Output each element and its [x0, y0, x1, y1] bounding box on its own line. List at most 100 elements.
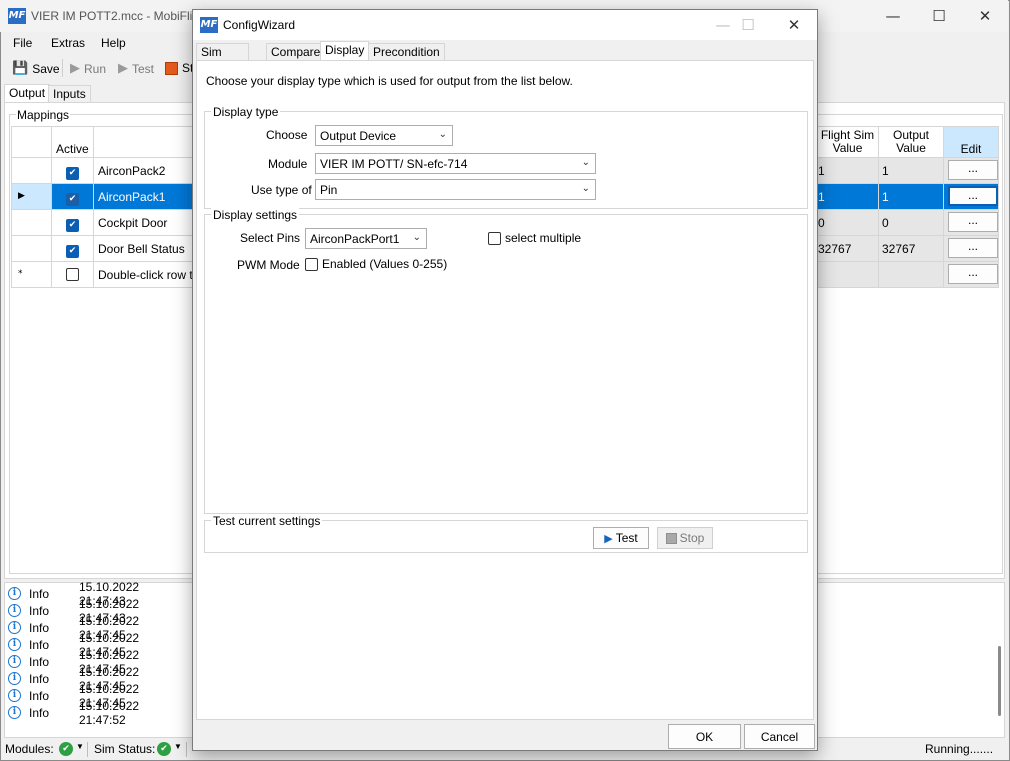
display-tab-page: Choose your display type which is used f…: [196, 60, 814, 720]
main-window-title: VIER IM POTT2.mcc - MobiFligh: [31, 9, 206, 23]
row-header[interactable]: [11, 210, 52, 236]
close-icon[interactable]: ✕: [962, 1, 1008, 31]
active-cell[interactable]: ✔: [52, 184, 94, 210]
row-header[interactable]: *: [11, 262, 52, 288]
select-pins-select[interactable]: AirconPackPort1 ⌄: [305, 228, 427, 249]
cancel-button[interactable]: Cancel: [744, 724, 815, 749]
log-level: Info: [29, 671, 50, 686]
log-row[interactable]: i Info 15.10.2022 21:47:43: [8, 597, 139, 625]
choose-select[interactable]: Output Device ⌄: [315, 125, 453, 146]
modules-ok-icon[interactable]: ✔: [59, 742, 73, 756]
pwm-enabled-checkbox[interactable]: Enabled (Values 0-255): [305, 257, 447, 271]
save-button[interactable]: 💾 Save: [12, 61, 60, 76]
dialog-close-icon[interactable]: ✕: [771, 10, 817, 40]
output-value-cell: 1: [879, 158, 944, 184]
output-value-cell: [879, 262, 944, 288]
status-separator: [87, 742, 88, 757]
edit-button[interactable]: ...: [948, 212, 998, 232]
log-row[interactable]: i Info 15.10.2022 21:47:45: [8, 665, 139, 693]
select-multiple-checkbox[interactable]: select multiple: [488, 231, 581, 245]
description-cell[interactable]: Door Bell Status: [94, 236, 194, 262]
log-level: Info: [29, 688, 50, 703]
active-cell[interactable]: ✔: [52, 158, 94, 184]
flight-sim-value-cell: [817, 262, 879, 288]
run-button[interactable]: ▶ Run: [70, 61, 106, 76]
tab-display[interactable]: Display: [320, 41, 370, 61]
tab-sim-variable[interactable]: Sim Variable: [196, 43, 250, 73]
log-row[interactable]: i Info 15.10.2022 21:47:52: [8, 699, 139, 727]
menu-file[interactable]: File: [13, 36, 32, 50]
output-value-cell: 32767: [879, 236, 944, 262]
chevron-down-icon[interactable]: ▼: [174, 742, 182, 751]
row-header[interactable]: ▶: [11, 184, 52, 210]
edit-cell: ...: [944, 210, 999, 236]
checkbox-box: [488, 231, 501, 245]
stop-toolbar-button[interactable]: St: [165, 61, 193, 75]
modules-label: Modules:: [5, 742, 54, 756]
stop-button-label: Stop: [679, 531, 705, 545]
active-cell[interactable]: ✔: [52, 210, 94, 236]
active-checkbox[interactable]: ✔: [66, 167, 79, 180]
edit-button[interactable]: ...: [948, 238, 998, 258]
log-row[interactable]: i Info 15.10.2022 21:47:45: [8, 631, 139, 659]
row-header[interactable]: [11, 158, 52, 184]
log-row[interactable]: i Info 15.10.2022 21:47:45: [8, 614, 139, 642]
log-level: Info: [29, 654, 50, 669]
maximize-icon[interactable]: ☐: [916, 1, 962, 31]
header-flight-sim-value[interactable]: Flight Sim Value: [817, 126, 879, 158]
test-button[interactable]: ▶ Test: [593, 527, 649, 549]
ok-button[interactable]: OK: [668, 724, 741, 749]
sim-status-ok-icon[interactable]: ✔: [157, 742, 171, 756]
active-checkbox[interactable]: ✔: [66, 245, 79, 258]
edit-button[interactable]: ...: [948, 160, 998, 180]
active-cell[interactable]: [52, 262, 94, 288]
edit-button[interactable]: ...: [948, 186, 998, 206]
menu-help[interactable]: Help: [101, 36, 126, 50]
row-header[interactable]: [11, 236, 52, 262]
header-edit[interactable]: Edit: [944, 126, 999, 158]
log-row[interactable]: i Info 15.10.2022 21:47:45: [8, 682, 139, 710]
tab-output[interactable]: Output: [4, 84, 51, 104]
log-row[interactable]: i Info 15.10.2022 21:47:43: [8, 580, 139, 608]
header-description[interactable]: [94, 126, 194, 158]
chevron-down-icon: ⌄: [412, 232, 421, 243]
tab-inputs[interactable]: Inputs: [48, 85, 91, 103]
flight-sim-value-cell: 1: [817, 184, 879, 210]
active-checkbox[interactable]: [66, 268, 79, 281]
module-value: VIER IM POTT/ SN-efc-714: [320, 157, 468, 171]
output-value-cell: 0: [879, 210, 944, 236]
tab-precondition[interactable]: Precondition: [368, 43, 445, 61]
info-icon: i: [8, 638, 21, 651]
header-output-value[interactable]: Output Value: [879, 126, 944, 158]
dialog-titlebar[interactable]: MF ConfigWizard — ☐ ✕: [193, 10, 817, 40]
minimize-icon[interactable]: —: [870, 1, 916, 31]
active-cell[interactable]: ✔: [52, 236, 94, 262]
description-cell[interactable]: Cockpit Door: [94, 210, 194, 236]
tab-compare[interactable]: Compare: [266, 43, 326, 61]
module-select[interactable]: VIER IM POTT/ SN-efc-714 ⌄: [315, 153, 596, 174]
active-checkbox[interactable]: ✔: [66, 219, 79, 232]
test-label: Test: [132, 61, 155, 76]
chevron-down-icon[interactable]: ▼: [76, 742, 84, 751]
edit-button[interactable]: ...: [948, 264, 998, 284]
description-cell[interactable]: AirconPack2: [94, 158, 194, 184]
info-icon: i: [8, 706, 21, 719]
header-active[interactable]: Active: [52, 126, 94, 158]
test-toolbar-button[interactable]: ▶ Test: [118, 61, 154, 76]
log-scrollbar-thumb[interactable]: [998, 646, 1001, 716]
active-checkbox[interactable]: ✔: [66, 193, 79, 206]
use-type-select[interactable]: Pin ⌄: [315, 179, 596, 200]
log-row[interactable]: i Info 15.10.2022 21:47:45: [8, 648, 139, 676]
output-value-cell: 1: [879, 184, 944, 210]
description-cell[interactable]: Double-click row to a: [94, 262, 194, 288]
log-level: Info: [29, 586, 50, 601]
menu-extras[interactable]: Extras: [51, 36, 85, 50]
description-cell[interactable]: AirconPack1: [94, 184, 194, 210]
stop-button[interactable]: Stop: [657, 527, 713, 549]
module-label: Module: [268, 157, 308, 171]
select-multiple-label: select multiple: [505, 231, 582, 245]
log-level: Info: [29, 637, 50, 652]
dialog-maximize-icon[interactable]: ☐: [725, 10, 771, 40]
use-type-label: Use type of: [251, 183, 312, 197]
sim-status-label: Sim Status:: [94, 742, 156, 756]
